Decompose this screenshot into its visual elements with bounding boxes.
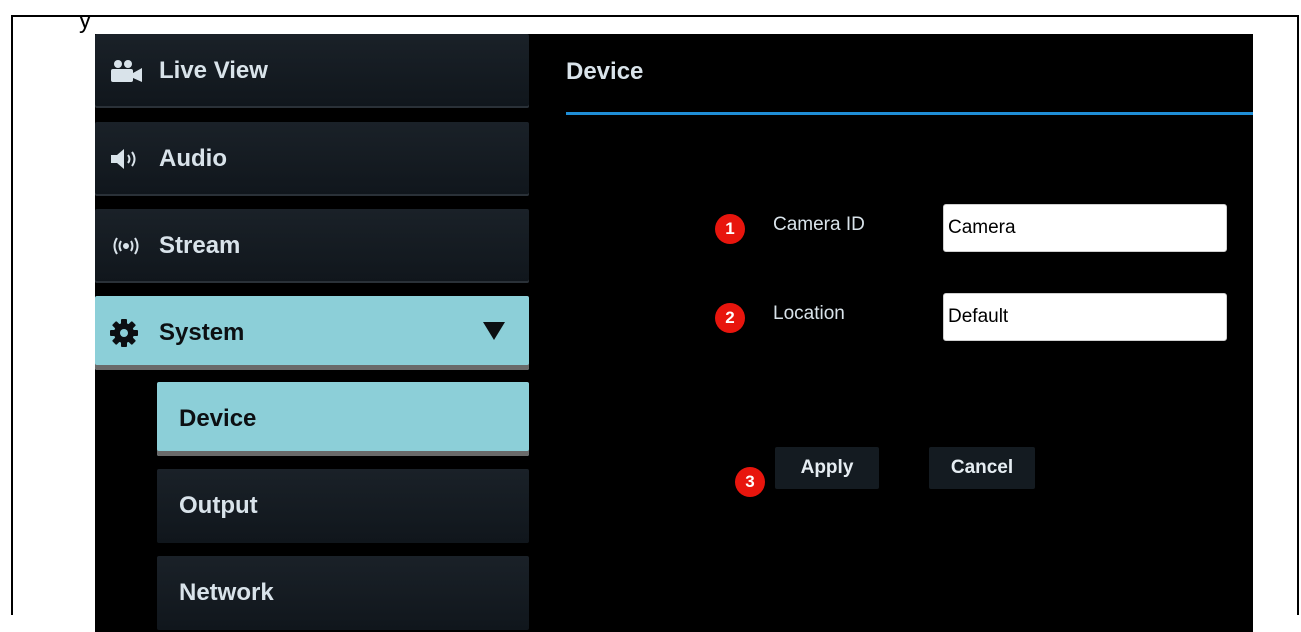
page-title: Device xyxy=(566,58,644,85)
sidebar-item-live-view[interactable]: Live View xyxy=(95,34,529,108)
sidebar-subitem-output[interactable]: Output xyxy=(157,469,529,543)
sidebar-subitem-network[interactable]: Network xyxy=(157,556,529,630)
speaker-icon xyxy=(109,147,149,171)
location-input[interactable] xyxy=(943,293,1227,341)
sidebar-subitem-device[interactable]: Device xyxy=(157,382,529,456)
broadcast-icon xyxy=(109,234,149,258)
document-frame: y Live View Audio Stream System Device O… xyxy=(11,7,1299,632)
sidebar-subitem-label: Device xyxy=(179,405,257,432)
sidebar-item-label: Stream xyxy=(159,232,241,259)
sidebar-item-stream[interactable]: Stream xyxy=(95,209,529,283)
sidebar-item-label: Audio xyxy=(159,145,227,172)
apply-button[interactable]: Apply xyxy=(775,447,879,489)
camera-id-input[interactable] xyxy=(943,204,1227,252)
chevron-down-icon xyxy=(483,322,505,340)
sidebar: Live View Audio Stream System Device Out… xyxy=(95,34,531,632)
sidebar-item-label: System xyxy=(159,319,245,346)
sidebar-item-audio[interactable]: Audio xyxy=(95,122,529,196)
corner-glyph: y xyxy=(79,7,91,34)
camera-icon xyxy=(109,59,149,83)
cancel-button[interactable]: Cancel xyxy=(929,447,1035,489)
location-label: Location xyxy=(773,303,845,324)
sidebar-subitem-label: Output xyxy=(179,492,258,519)
callout-badge-3: 3 xyxy=(735,467,765,497)
sidebar-item-system[interactable]: System xyxy=(95,296,529,370)
camera-id-label: Camera ID xyxy=(773,214,865,235)
sidebar-subitem-label: Network xyxy=(179,579,274,606)
camera-web-ui: Live View Audio Stream System Device Out… xyxy=(95,34,1253,632)
gear-icon xyxy=(109,318,149,348)
sidebar-item-label: Live View xyxy=(159,57,268,84)
title-divider xyxy=(566,112,1253,115)
callout-badge-1: 1 xyxy=(715,214,745,244)
callout-badge-2: 2 xyxy=(715,303,745,333)
